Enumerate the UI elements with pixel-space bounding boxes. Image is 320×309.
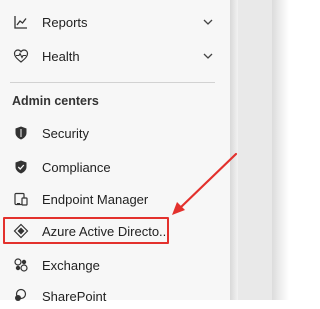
window-edge: [272, 0, 300, 300]
chevron-down-icon[interactable]: [203, 51, 213, 61]
annotation-highlight-box: [3, 217, 169, 244]
shield-check-icon: [12, 158, 30, 176]
navigation-panel: Reports Health Admin centers Security Co…: [0, 0, 230, 304]
shield-icon: [12, 124, 30, 142]
nav-item-label: Endpoint Manager: [42, 191, 149, 207]
nav-item-label: Reports: [42, 14, 88, 30]
chevron-down-icon[interactable]: [203, 17, 213, 27]
nav-item-security[interactable]: Security: [10, 120, 215, 146]
section-title-admin-centers: Admin centers: [12, 94, 99, 108]
device-manager-icon: [12, 190, 30, 208]
nav-item-sharepoint[interactable]: SharePoint: [10, 283, 215, 309]
chart-line-icon: [12, 13, 30, 31]
nav-item-compliance[interactable]: Compliance: [10, 154, 215, 180]
nav-item-endpoint-manager[interactable]: Endpoint Manager: [10, 186, 215, 212]
nav-item-label: Compliance: [42, 159, 111, 175]
section-divider: [10, 82, 215, 83]
nav-item-label: SharePoint: [42, 288, 107, 304]
nav-item-health[interactable]: Health: [10, 43, 215, 69]
nav-item-label: Exchange: [42, 257, 100, 273]
panel-shadow: [230, 0, 238, 300]
heart-pulse-icon: [12, 47, 30, 65]
nav-item-exchange[interactable]: Exchange: [10, 252, 215, 278]
nav-item-label: Security: [42, 125, 89, 141]
sharepoint-icon: [12, 287, 30, 305]
nav-item-reports[interactable]: Reports: [10, 9, 215, 35]
scroll-track[interactable]: [238, 0, 272, 300]
nav-item-label: Health: [42, 48, 80, 64]
exchange-icon: [12, 256, 30, 274]
